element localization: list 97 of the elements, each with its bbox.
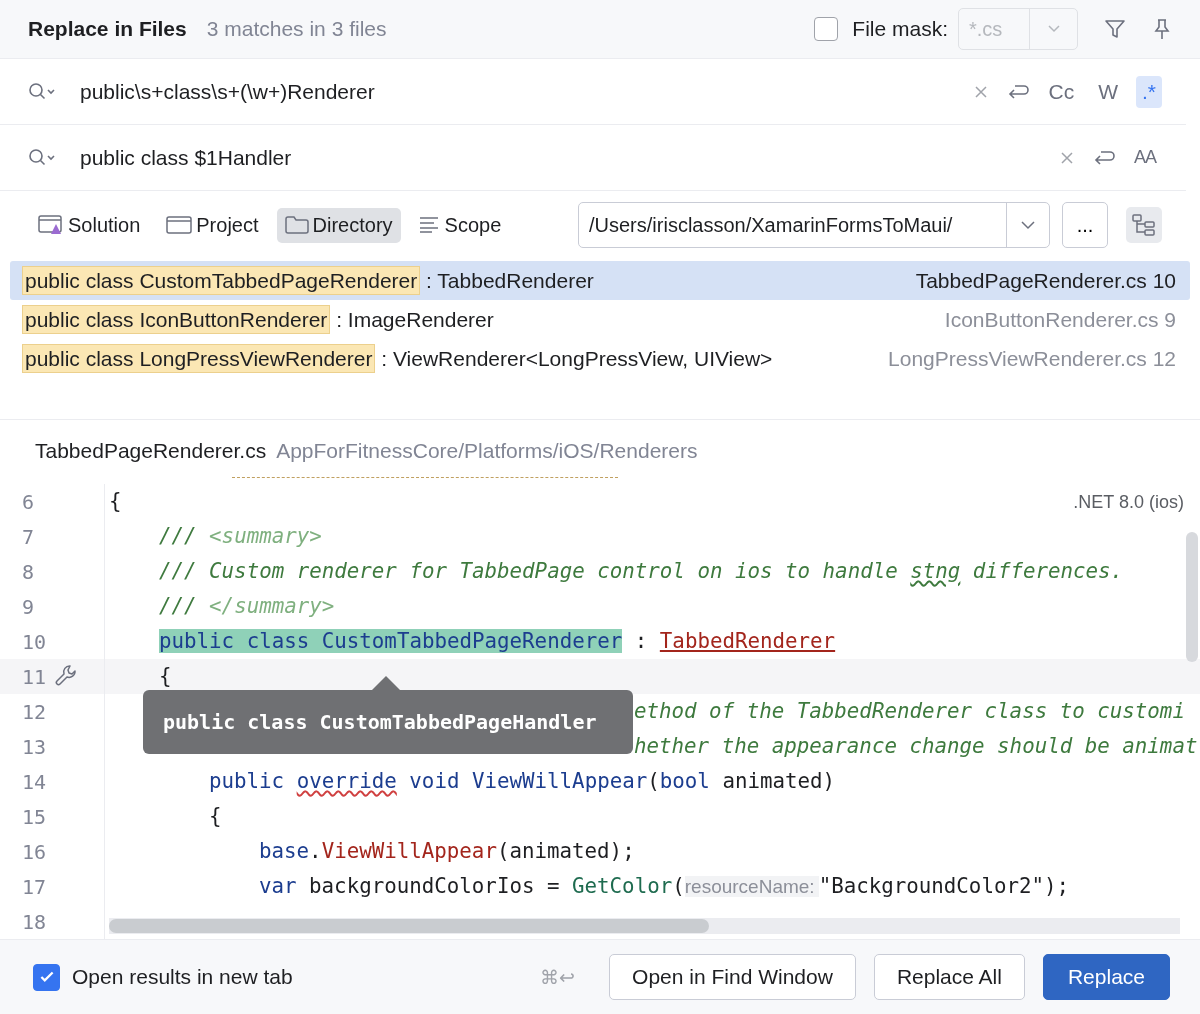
doc-tag: </summary>	[209, 594, 335, 618]
result-text: public class CustomTabbedPageRenderer : TabbedRenderer	[22, 268, 594, 293]
search-option-toggle[interactable]: W	[1092, 75, 1124, 108]
keyword: bool	[659, 769, 710, 793]
scrollbar-thumb[interactable]	[109, 919, 709, 933]
doc-comment: ethod of the TabbedRenderer class to customi	[634, 699, 1185, 723]
file-location: LongPressViewRenderer.cs 12	[888, 346, 1176, 371]
code-text: (	[647, 769, 660, 793]
search-match: public class CustomTabbedPageRenderer	[159, 629, 623, 653]
preserve-case-toggle[interactable]: AA	[1128, 143, 1162, 172]
line-number: 11	[22, 664, 47, 689]
doc-comment: hether the appearance change should be animat	[634, 734, 1198, 758]
code-text: );	[1044, 874, 1070, 898]
line-number: 16	[22, 839, 47, 864]
replace-field[interactable]: public class $1Handler	[78, 144, 1042, 171]
open-new-tab-checkbox[interactable]	[33, 963, 60, 991]
line-number: 6	[22, 489, 35, 514]
file-mask-checkbox[interactable]	[814, 17, 839, 41]
clear-icon[interactable]	[1060, 150, 1074, 165]
doc-tag: <summary>	[209, 524, 322, 548]
keyword: var	[259, 874, 297, 898]
dialog-button[interactable]: Open in Find Window	[609, 954, 856, 1000]
file-mask-placeholder: *.cs	[968, 17, 1004, 41]
code-text: (animated);	[496, 839, 635, 863]
dialog-title: Replace in Files	[28, 17, 187, 41]
file-mask-label: File mask:	[852, 17, 948, 41]
result-row[interactable]: public class IconButtonRenderer : ImageRenderer IconButtonRenderer.cs 9	[10, 300, 1190, 339]
line-number: 10	[22, 629, 47, 654]
result-row[interactable]: public class CustomTabbedPageRenderer : TabbedRenderer TabbedPageRenderer.cs 10	[10, 261, 1190, 300]
line-number: 7	[22, 524, 35, 549]
scrollbar-thumb[interactable]	[1186, 532, 1198, 662]
dialog-button[interactable]: Replace All	[873, 954, 1025, 1000]
tree-toggle[interactable]	[1126, 207, 1162, 243]
directory-field[interactable]: /Users/irisclasson/XamarinFormsToMaui/	[578, 202, 1050, 248]
code-text: .	[309, 839, 322, 863]
code-text: (	[672, 874, 685, 898]
line-number: 8	[22, 559, 35, 584]
doc-comment: stng	[910, 559, 961, 583]
browse-button[interactable]: ...	[1062, 202, 1108, 248]
type-name: TabbedRenderer	[659, 629, 836, 653]
keyword: public	[209, 769, 286, 793]
file-path: AppForFitnessCore/Platforms/iOS/Renderers	[276, 439, 698, 463]
code-text: {	[159, 664, 172, 688]
tooltip-pointer	[371, 675, 401, 691]
code-text: animated)	[721, 769, 836, 793]
string-literal: "BackgroundColor2"	[818, 874, 1044, 898]
search-option-toggle[interactable]: Cc	[1042, 75, 1081, 108]
doc-comment: /// Custom renderer for TabbedPage control on ios to handle	[159, 559, 899, 583]
line-number: 14	[22, 769, 47, 794]
method-name: GetColor	[572, 874, 673, 898]
directory-path: /Users/irisclasson/XamarinFormsToMaui/	[588, 213, 954, 237]
lines-icon	[418, 216, 441, 234]
result-text: public class LongPressViewRenderer : ViewRenderer<LongPressView, UIView>	[22, 346, 773, 371]
folder-icon	[284, 215, 309, 235]
search-icon[interactable]	[28, 81, 56, 102]
result-text: public class IconButtonRenderer : ImageRenderer	[22, 307, 494, 332]
scope-tab[interactable]: Scope	[410, 207, 510, 243]
line-number: 12	[22, 699, 47, 724]
caret-icon[interactable]	[1021, 220, 1035, 230]
doc-comment: ///	[159, 594, 198, 618]
file-name: TabbedPageRenderer.cs	[35, 439, 267, 463]
shortcut-hint: ⌘↩	[540, 965, 576, 989]
line-number: 15	[22, 804, 47, 829]
result-row[interactable]: public class LongPressViewRenderer : ViewRenderer<LongPressView, UIView> LongPressViewRenderer.cs 12	[10, 339, 1190, 378]
doc-comment: differences.	[971, 559, 1124, 583]
line-number: 17	[22, 874, 47, 899]
match-summary: 3 matches in 3 files	[206, 17, 387, 41]
doc-comment: ///	[159, 524, 198, 548]
method-name: ViewWillAppear	[321, 839, 497, 863]
file-location: IconButtonRenderer.cs 9	[944, 307, 1176, 332]
dialog-button[interactable]: Replace	[1042, 954, 1170, 1000]
file-location: TabbedPageRenderer.cs 10	[915, 268, 1176, 293]
search-icon[interactable]	[28, 147, 56, 168]
window-icon	[166, 215, 193, 235]
scope-tab[interactable]: Solution	[30, 207, 149, 243]
target-framework: .NET 8.0 (ios)	[1073, 492, 1184, 513]
keyword: base	[259, 839, 310, 863]
code-text: {	[209, 804, 222, 828]
solution-icon	[38, 214, 64, 236]
filter-icon[interactable]	[1104, 18, 1126, 40]
keyword: void ViewWillAppear	[408, 769, 648, 793]
search-field[interactable]: public\s+class\s+(\w+)Renderer	[78, 78, 957, 105]
scope-tab[interactable]: Project	[158, 207, 267, 243]
pin-icon[interactable]	[1152, 18, 1172, 40]
code-text: :	[633, 629, 649, 653]
parameter-hint: resourceName:	[684, 876, 819, 897]
code-text: {	[109, 489, 122, 513]
scope-tab[interactable]: Directory	[276, 207, 401, 243]
checkbox-label: Open results in new tab	[72, 965, 293, 989]
search-option-toggle[interactable]: .*	[1136, 75, 1162, 108]
code-text: backgroundColorIos =	[308, 874, 561, 898]
tooltip: public class CustomTabbedPageHandler	[143, 690, 633, 754]
line-number: 13	[22, 734, 47, 759]
keyword: override	[296, 769, 397, 793]
clear-icon[interactable]	[974, 84, 989, 99]
line-number: 18	[22, 909, 47, 934]
line-number: 9	[22, 594, 35, 619]
